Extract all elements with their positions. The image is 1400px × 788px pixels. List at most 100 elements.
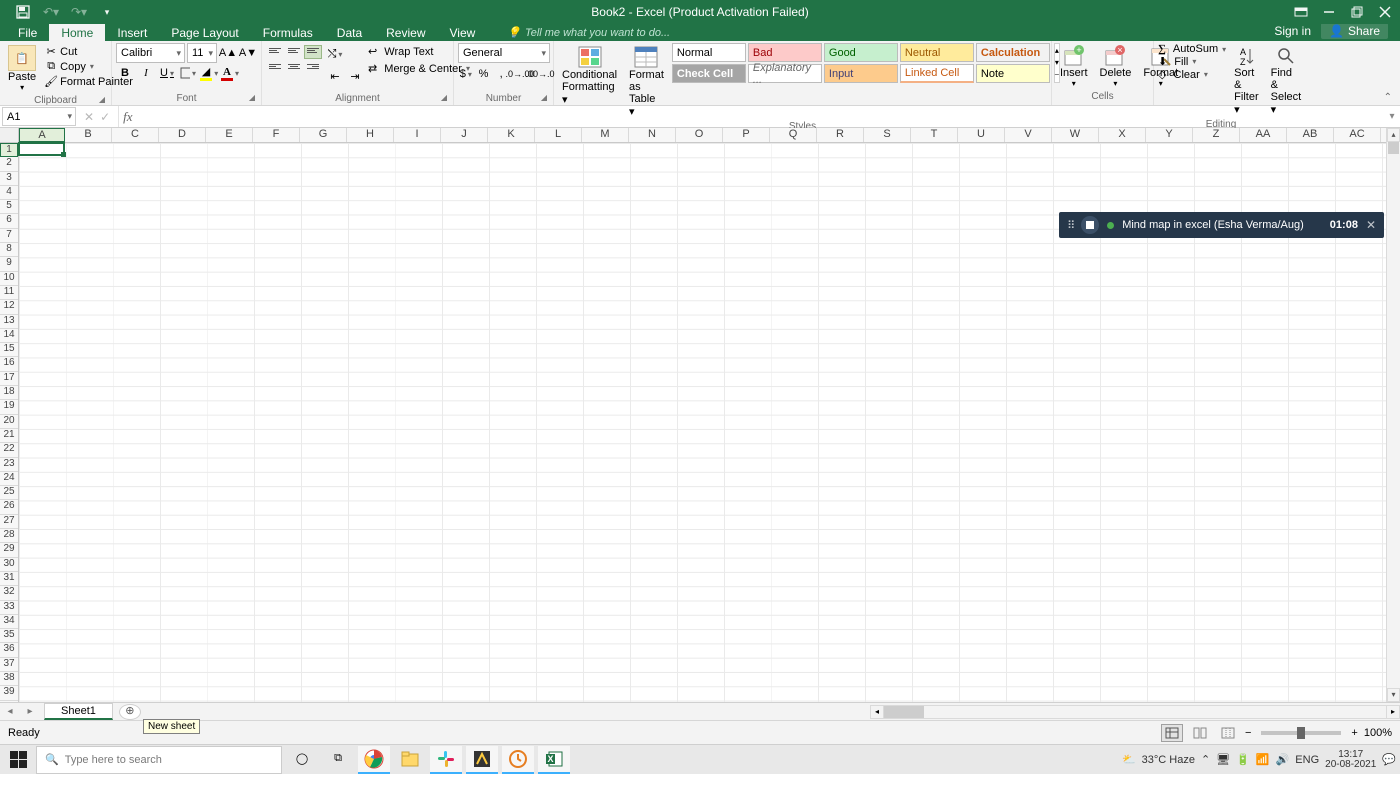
undo-icon[interactable]: ↶▾ — [40, 2, 62, 22]
row-header[interactable]: 11 — [0, 286, 18, 300]
column-header[interactable]: C — [112, 128, 159, 142]
underline-button[interactable]: U — [158, 64, 176, 82]
minimize-icon[interactable] — [1318, 2, 1340, 22]
tab-data[interactable]: Data — [325, 24, 374, 41]
file-explorer-icon[interactable] — [394, 746, 426, 774]
column-header[interactable]: V — [1005, 128, 1052, 142]
tab-view[interactable]: View — [438, 24, 488, 41]
share-button[interactable]: 👤 Share — [1321, 23, 1388, 39]
percent-button[interactable]: % — [476, 65, 492, 83]
column-header[interactable]: A — [19, 128, 65, 142]
excel-taskbar-icon[interactable]: X — [538, 746, 570, 774]
row-header[interactable]: 9 — [0, 257, 18, 271]
column-header[interactable]: G — [300, 128, 347, 142]
enter-formula-icon[interactable]: ✓ — [100, 110, 110, 124]
row-header[interactable]: 39 — [0, 686, 18, 700]
tray-volume-icon[interactable]: 🔊 — [1276, 753, 1290, 766]
tab-review[interactable]: Review — [374, 24, 437, 41]
column-header[interactable]: AC — [1334, 128, 1381, 142]
tray-chevron-icon[interactable]: ⌃ — [1201, 753, 1210, 766]
row-header[interactable]: 4 — [0, 186, 18, 200]
font-launcher-icon[interactable]: ◢ — [249, 93, 255, 102]
slack-icon[interactable] — [430, 746, 462, 774]
shrink-font-icon[interactable]: A▼ — [239, 44, 257, 62]
task-view-icon[interactable]: ⧉ — [322, 746, 354, 774]
app-icon-1[interactable] — [466, 746, 498, 774]
column-header[interactable]: Q — [770, 128, 817, 142]
align-left-button[interactable] — [266, 61, 284, 75]
row-header[interactable]: 37 — [0, 658, 18, 672]
row-header[interactable]: 3 — [0, 172, 18, 186]
column-header[interactable]: J — [441, 128, 488, 142]
row-header[interactable]: 28 — [0, 529, 18, 543]
align-middle-button[interactable] — [285, 45, 303, 59]
style-bad[interactable]: Bad — [748, 43, 822, 62]
row-header[interactable]: 10 — [0, 272, 18, 286]
app-icon-2[interactable] — [502, 746, 534, 774]
style-explanatory[interactable]: Explanatory ... — [748, 64, 822, 83]
tab-page-layout[interactable]: Page Layout — [159, 24, 250, 41]
vscroll-thumb[interactable] — [1388, 142, 1399, 154]
style-linked-cell[interactable]: Linked Cell — [900, 64, 974, 83]
name-box[interactable]: A1 — [2, 107, 76, 126]
format-as-table-button[interactable]: Format as Table ▾ — [625, 43, 668, 120]
decrease-decimal-button[interactable]: .00→.0 — [531, 65, 549, 83]
row-header[interactable]: 20 — [0, 415, 18, 429]
vertical-scrollbar[interactable]: ▴ ▾ — [1386, 128, 1400, 702]
row-header[interactable]: 7 — [0, 229, 18, 243]
row-header[interactable]: 16 — [0, 357, 18, 371]
drag-grip-icon[interactable]: ⠿ — [1067, 219, 1073, 232]
selected-cell[interactable] — [18, 142, 65, 156]
scroll-down-icon[interactable]: ▾ — [1387, 688, 1400, 702]
chrome-icon[interactable] — [358, 746, 390, 774]
row-header[interactable]: 24 — [0, 472, 18, 486]
weather-icon[interactable]: ⛅ — [1122, 753, 1136, 766]
recording-overlay[interactable]: ⠿ Mind map in excel (Esha Verma/Aug) 01:… — [1059, 212, 1384, 238]
row-header[interactable]: 34 — [0, 615, 18, 629]
font-size-combo[interactable]: 11 — [187, 43, 217, 63]
column-header[interactable]: R — [817, 128, 864, 142]
column-header[interactable]: E — [206, 128, 253, 142]
sign-in-button[interactable]: Sign in — [1274, 24, 1311, 38]
qat-customize-icon[interactable]: ▾ — [96, 2, 118, 22]
font-color-button[interactable]: A — [221, 64, 239, 82]
align-bottom-button[interactable] — [304, 45, 322, 59]
weather-text[interactable]: 33°C Haze — [1142, 754, 1195, 766]
tray-clock[interactable]: 13:17 20-08-2021 — [1325, 750, 1376, 770]
row-header[interactable]: 33 — [0, 601, 18, 615]
redo-icon[interactable]: ↷▾ — [68, 2, 90, 22]
fill-color-button[interactable]: ◢ — [200, 64, 218, 82]
row-header[interactable]: 31 — [0, 572, 18, 586]
bold-button[interactable]: B — [116, 64, 134, 82]
row-header[interactable]: 22 — [0, 443, 18, 457]
start-button[interactable] — [4, 746, 32, 774]
autosum-button[interactable]: ∑ AutoSum — [1158, 43, 1226, 55]
collapse-ribbon-icon[interactable]: ⌃ — [1384, 92, 1392, 103]
tray-battery-icon[interactable]: 🔋 — [1236, 753, 1250, 766]
find-select-button[interactable]: Find &Select ▾ — [1267, 43, 1306, 118]
row-header[interactable]: 2 — [0, 157, 18, 171]
page-layout-view-icon[interactable] — [1189, 724, 1211, 742]
cancel-formula-icon[interactable]: ✕ — [84, 110, 94, 124]
column-header[interactable]: O — [676, 128, 723, 142]
row-header[interactable]: 21 — [0, 429, 18, 443]
align-center-button[interactable] — [285, 61, 303, 75]
column-header[interactable]: X — [1099, 128, 1146, 142]
tray-monitor-icon[interactable]: 🖥 — [1216, 753, 1230, 766]
column-header[interactable]: I — [394, 128, 441, 142]
row-header[interactable]: 35 — [0, 629, 18, 643]
column-header[interactable]: B — [65, 128, 112, 142]
select-all-corner[interactable] — [0, 128, 19, 143]
normal-view-icon[interactable] — [1161, 724, 1183, 742]
column-header[interactable]: AA — [1240, 128, 1287, 142]
clipboard-launcher-icon[interactable]: ◢ — [99, 95, 105, 104]
borders-button[interactable] — [179, 64, 197, 82]
row-header[interactable]: 18 — [0, 386, 18, 400]
expand-formula-bar-icon[interactable]: ▾ — [1384, 106, 1400, 127]
ribbon-display-icon[interactable] — [1290, 2, 1312, 22]
scroll-right-icon[interactable]: ▸ — [1386, 705, 1400, 719]
restore-icon[interactable] — [1346, 2, 1368, 22]
row-header[interactable]: 15 — [0, 343, 18, 357]
zoom-level[interactable]: 100% — [1364, 727, 1392, 739]
zoom-slider[interactable] — [1261, 731, 1341, 735]
